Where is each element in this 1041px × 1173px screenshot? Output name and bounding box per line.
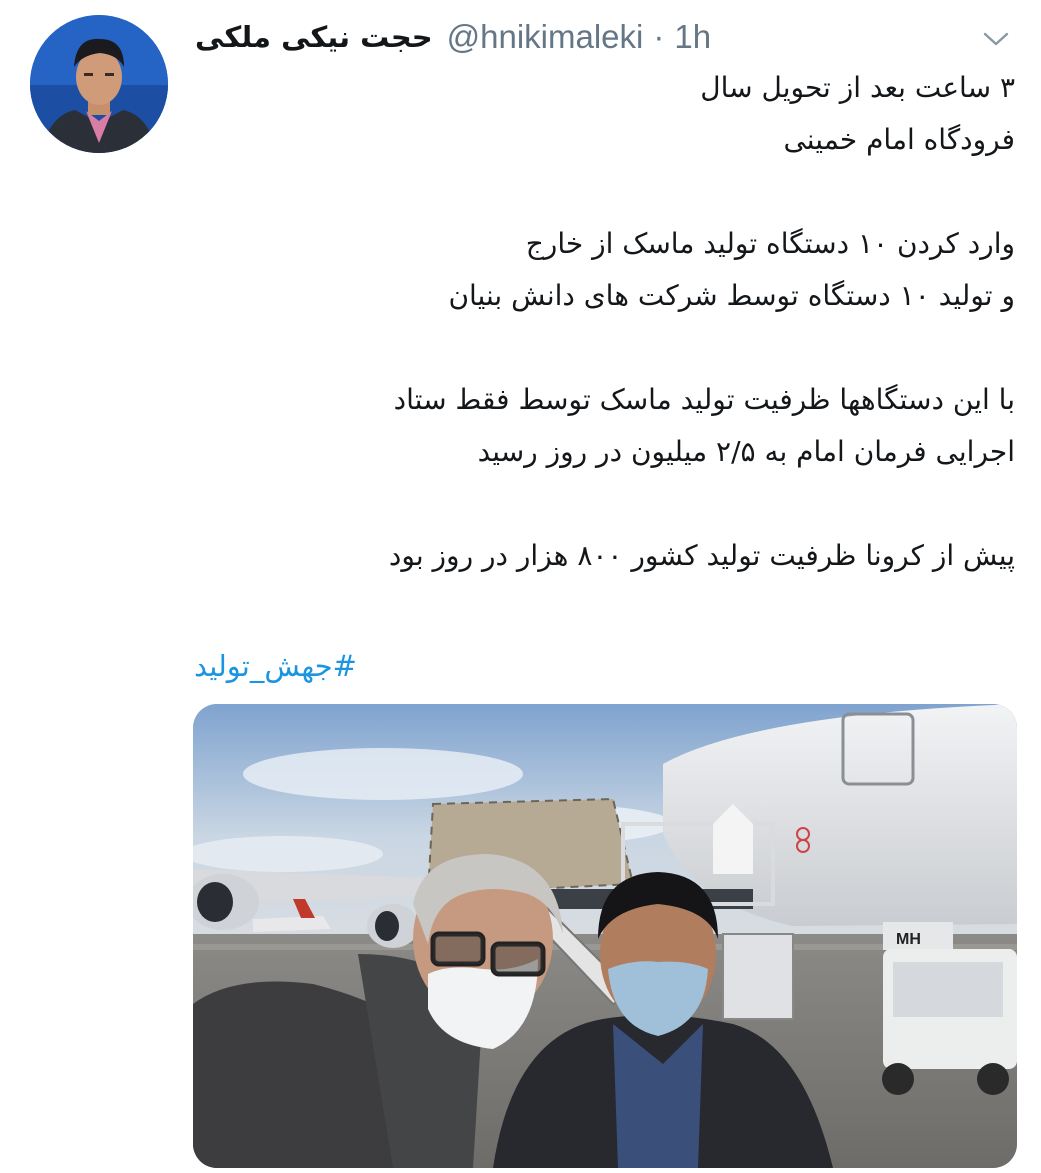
tweet-line: و تولید ۱۰ دستگاه توسط شرکت های دانش بنی…	[448, 279, 1015, 312]
tweet-line: پیش از کرونا ظرفیت تولید کشور ۸۰۰ هزار د…	[388, 539, 1015, 572]
author-handle[interactable]: @hnikimaleki	[447, 18, 644, 56]
author-display-name[interactable]: حجت نیکی ملکی	[195, 20, 433, 54]
aircraft-tail-code: MH	[896, 931, 921, 948]
tweet-line: ۳ ساعت بعد از تحویل سال	[700, 71, 1015, 104]
tweet-text: ۳ ساعت بعد از تحویل سال فرودگاه امام خمی…	[205, 62, 1015, 582]
tweet-timestamp[interactable]: 1h	[674, 18, 711, 56]
author-avatar[interactable]	[30, 15, 168, 153]
tweet-line: فرودگاه امام خمینی	[783, 123, 1015, 156]
tweet-line: اجرایی فرمان امام به ۲/۵ میلیون در روز ر…	[477, 435, 1015, 468]
tweet-header: حجت نیکی ملکی @hnikimaleki · 1h	[195, 14, 711, 60]
header-separator: ·	[653, 18, 665, 55]
airport-photo: MH	[193, 704, 1017, 1168]
tweet-menu-button[interactable]	[978, 24, 1014, 54]
tweet-line: وارد کردن ۱۰ دستگاه تولید ماسک از خارج	[525, 227, 1015, 260]
hashtag-link[interactable]: #جهش_تولید	[194, 640, 357, 692]
avatar-photo	[30, 15, 168, 153]
tweet-media-photo[interactable]: MH	[193, 704, 1017, 1168]
chevron-down-icon	[983, 32, 1009, 46]
tweet-line: با این دستگاهها ظرفیت تولید ماسک توسط فق…	[393, 383, 1015, 416]
